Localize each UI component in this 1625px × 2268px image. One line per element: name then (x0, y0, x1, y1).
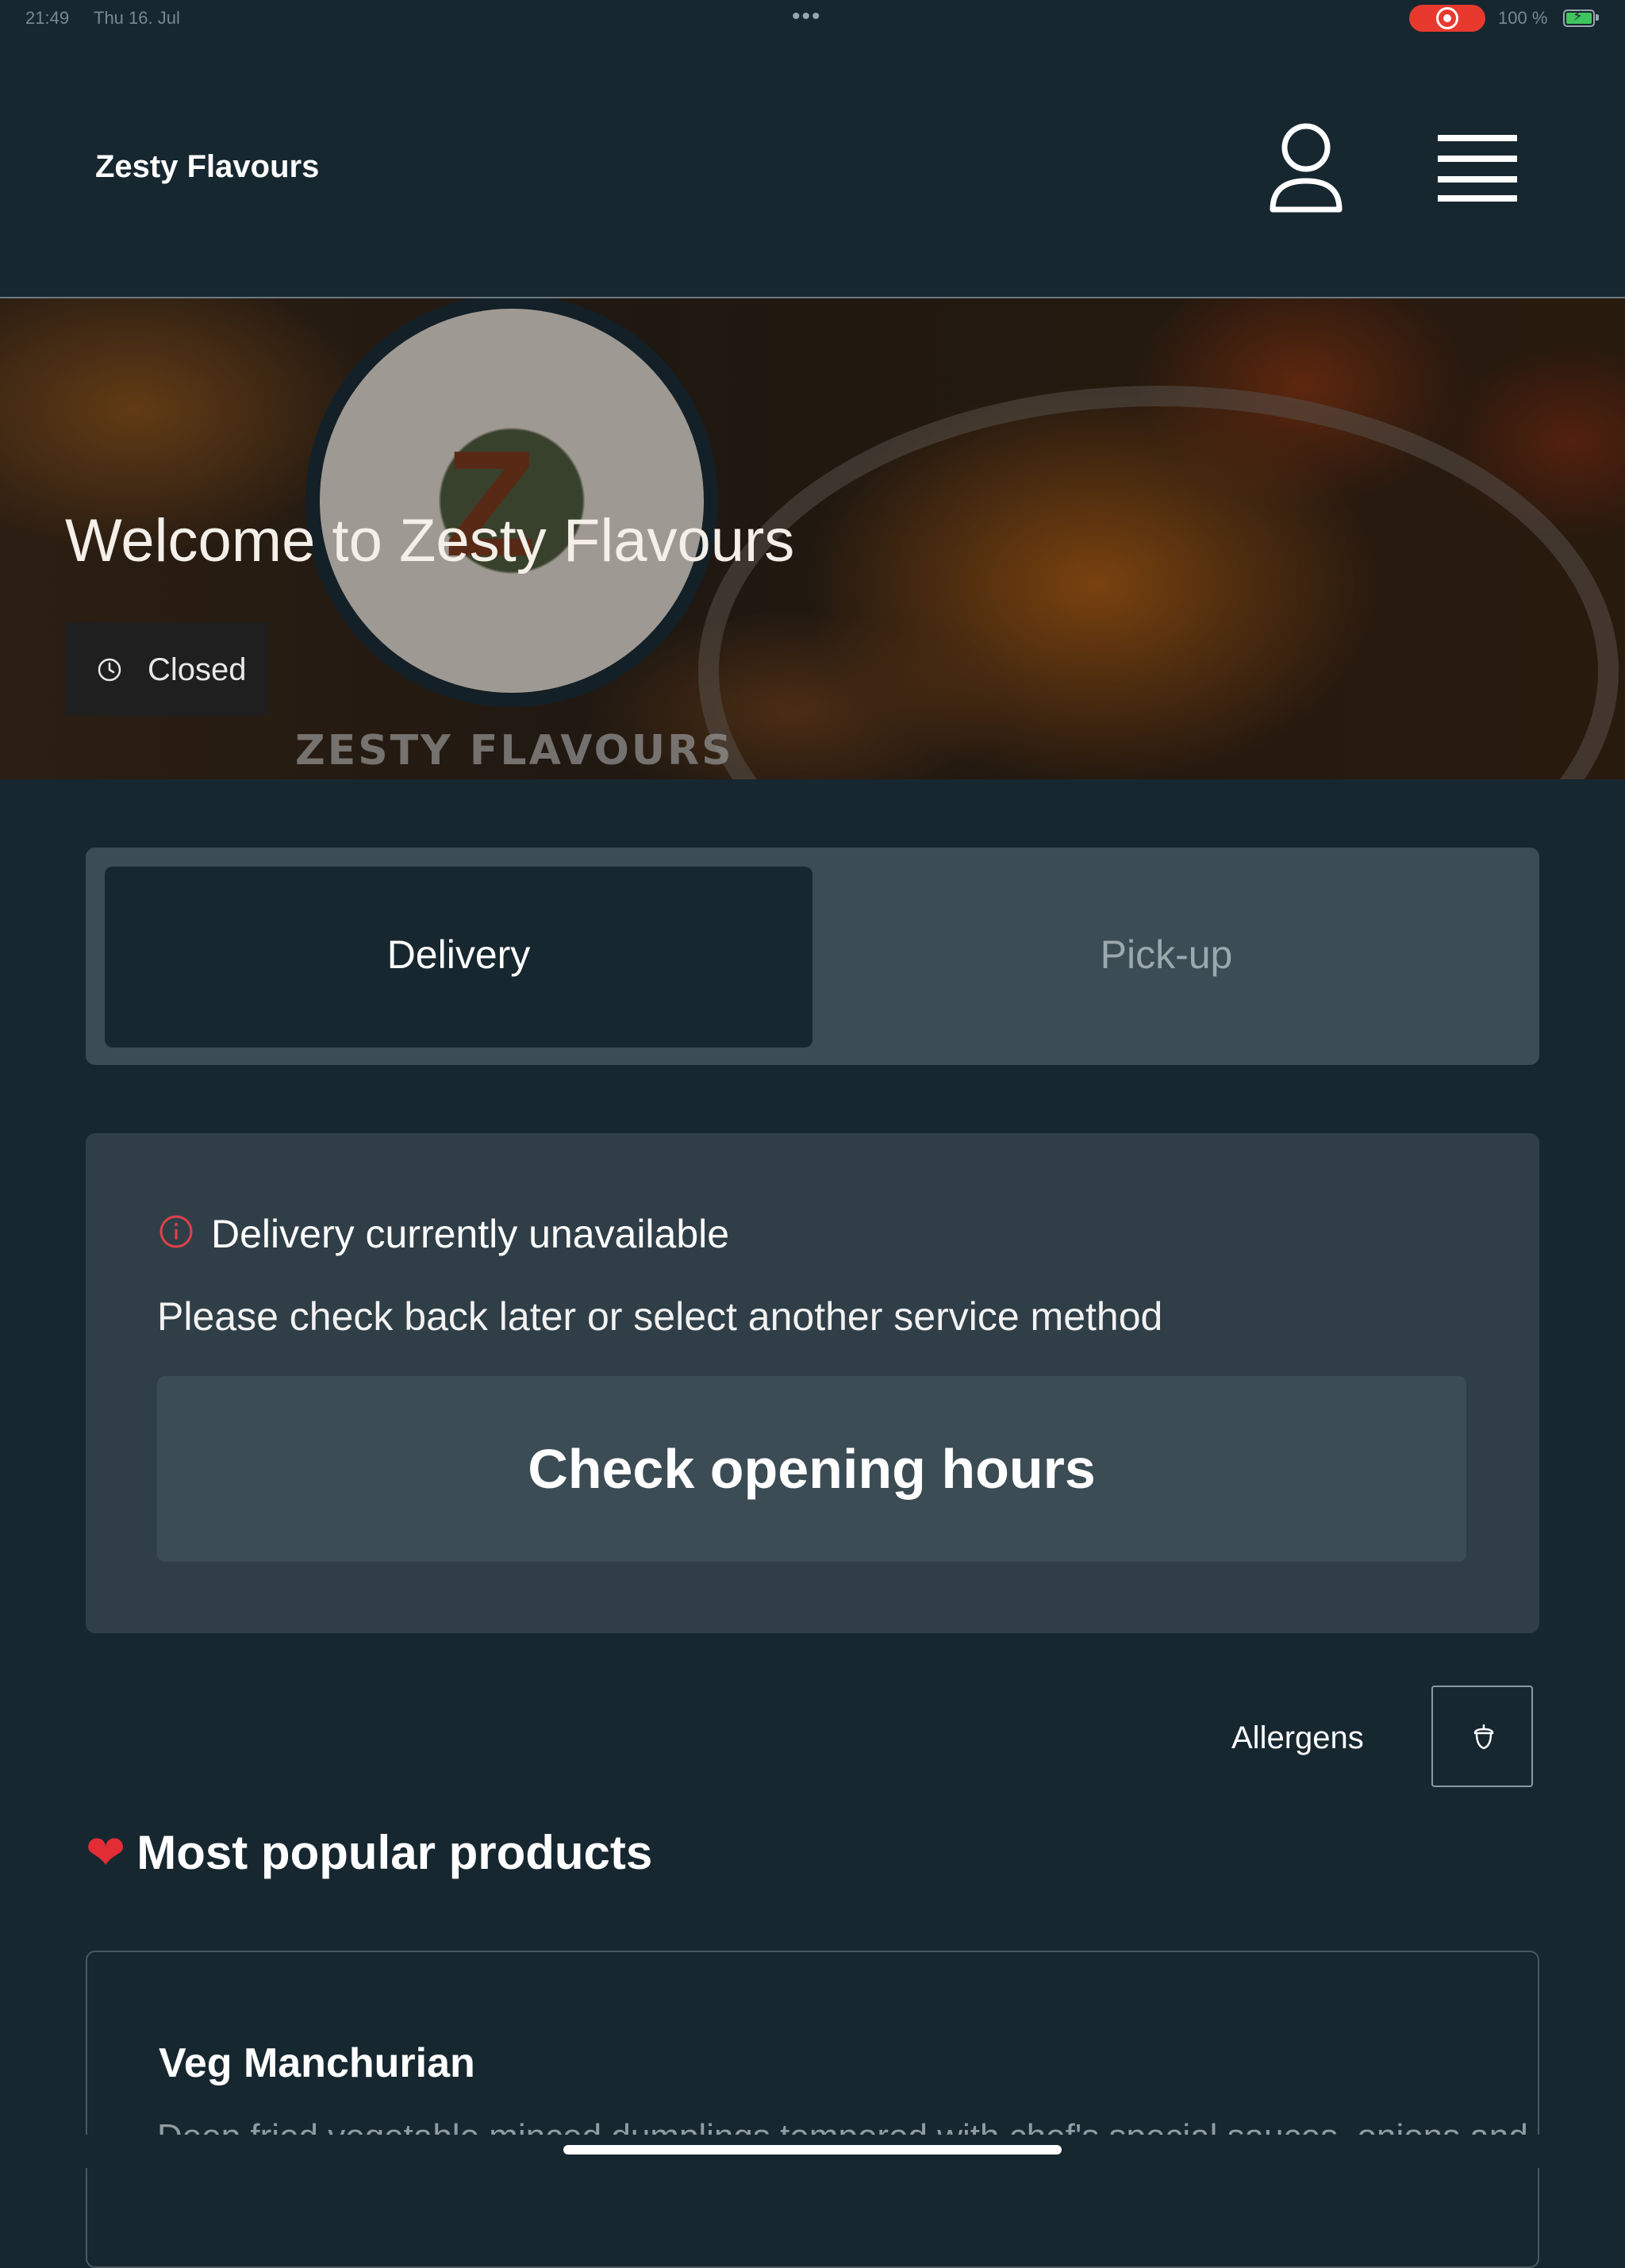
tab-delivery-label: Delivery (386, 932, 531, 977)
check-opening-hours-button[interactable]: Check opening hours (157, 1376, 1466, 1562)
popular-products-heading: ❤ Most popular products (86, 1825, 652, 1881)
status-bar: 21:49 Thu 16. Jul ••• 100 % ⚡ (0, 0, 1625, 38)
status-badge: Closed (65, 622, 270, 716)
brand-name[interactable]: Zesty Flavours (95, 149, 319, 185)
product-name[interactable]: Veg Manchurian (159, 2039, 475, 2087)
notice-title: Delivery currently unavailable (211, 1212, 730, 1256)
acorn-icon (1473, 1724, 1494, 1750)
battery-percent: 100 % (1498, 8, 1548, 28)
allergens-filter-button[interactable] (1431, 1686, 1533, 1787)
home-indicator[interactable] (563, 2145, 1062, 2155)
hamburger-menu-icon[interactable] (1438, 133, 1517, 203)
tab-delivery[interactable]: Delivery (105, 867, 812, 1048)
hero-banner: Z ZESTY FLAVOURS Welcome to Zesty Flavou… (0, 297, 1625, 779)
tab-pickup-label: Pick-up (1100, 932, 1233, 977)
status-badge-label: Closed (148, 652, 247, 687)
product-card[interactable] (86, 1951, 1539, 2268)
heart-icon: ❤ (86, 1826, 126, 1879)
screen-recording-icon[interactable] (1409, 5, 1485, 32)
user-icon[interactable] (1268, 122, 1344, 216)
info-icon (159, 1215, 193, 1248)
tab-pickup[interactable]: Pick-up (812, 867, 1520, 1048)
status-time: 21:49 (25, 8, 70, 28)
notice-message: Please check back later or select anothe… (157, 1294, 1163, 1339)
multitasking-dots-icon[interactable]: ••• (792, 3, 822, 30)
battery-icon: ⚡ (1563, 8, 1599, 27)
allergens-label[interactable]: Allergens (1231, 1720, 1364, 1756)
popular-products-title: Most popular products (136, 1826, 653, 1879)
hero-title: Welcome to Zesty Flavours (65, 507, 795, 575)
clock-icon (98, 658, 121, 682)
status-date: Thu 16. Jul (94, 8, 180, 28)
